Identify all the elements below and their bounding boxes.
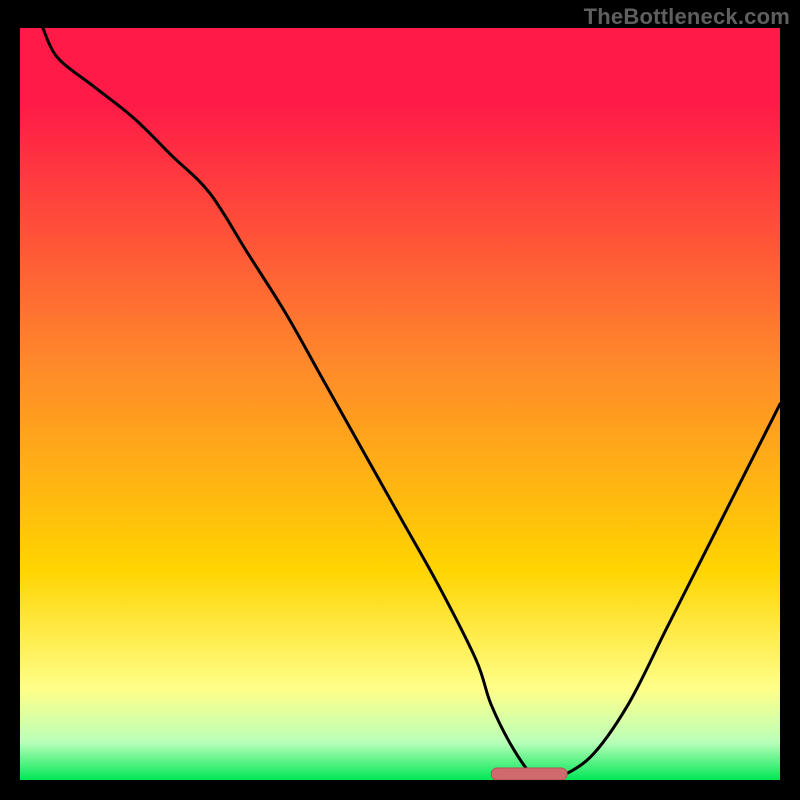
plot-area bbox=[20, 28, 780, 780]
optimum-marker bbox=[491, 768, 567, 780]
chart-frame: TheBottleneck.com bbox=[0, 0, 800, 800]
watermark-text: TheBottleneck.com bbox=[584, 4, 790, 30]
bottleneck-chart bbox=[20, 28, 780, 780]
gradient-background bbox=[20, 28, 780, 780]
